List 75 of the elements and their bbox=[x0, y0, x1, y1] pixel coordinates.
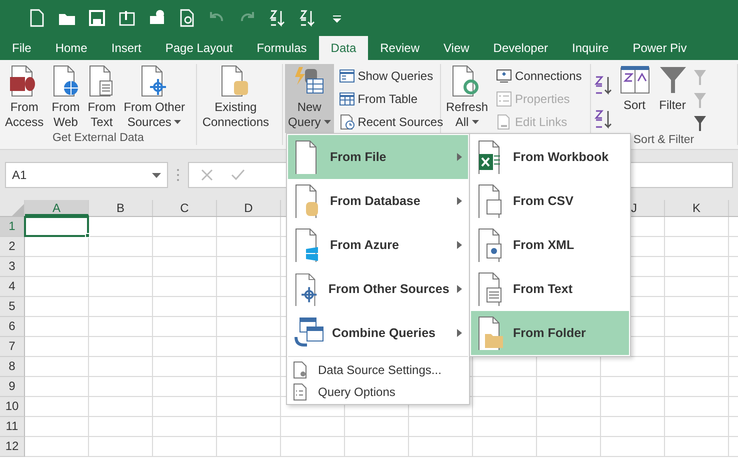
sort-dialog-icon bbox=[620, 65, 650, 95]
menu-item[interactable]: Query Options bbox=[288, 381, 468, 403]
menu-item[interactable]: From Azure bbox=[288, 223, 468, 267]
menu-item[interactable]: From Database bbox=[288, 179, 468, 223]
ribbon-button[interactable]: New Query bbox=[285, 64, 334, 133]
ribbon-tab[interactable]: Formulas bbox=[244, 36, 319, 60]
row-header[interactable]: 6 bbox=[0, 317, 25, 337]
menu-item[interactable]: Combine Queries bbox=[288, 311, 468, 355]
menu-item[interactable]: From CSV bbox=[471, 179, 629, 223]
ribbon-button[interactable]: Filter bbox=[654, 64, 690, 132]
ribbon-tab[interactable]: File bbox=[0, 36, 44, 60]
row-header[interactable]: 3 bbox=[0, 257, 25, 277]
ribbon-button[interactable]: Existing Connections bbox=[199, 64, 272, 130]
fill-handle[interactable] bbox=[85, 233, 90, 238]
document-globe-icon bbox=[52, 65, 80, 97]
ribbon-tab[interactable]: Inquire bbox=[560, 36, 621, 60]
combine-tables-icon bbox=[294, 317, 324, 349]
print-preview-icon[interactable] bbox=[178, 9, 196, 27]
monitor-icon bbox=[496, 68, 512, 84]
ribbon-button[interactable]: Sort bbox=[616, 64, 652, 132]
column-header[interactable]: J bbox=[631, 200, 665, 216]
menu-item[interactable]: From File bbox=[288, 135, 468, 179]
menu-item[interactable]: Data Source Settings... bbox=[288, 359, 468, 381]
row-header[interactable]: 2 bbox=[0, 237, 25, 257]
ribbon-button[interactable]: From Text bbox=[84, 64, 119, 130]
ribbon-tab[interactable]: Power Piv bbox=[620, 36, 699, 60]
column-header[interactable]: A bbox=[25, 200, 89, 216]
ribbon-tab[interactable]: Page Layout bbox=[153, 36, 245, 60]
document-target-icon bbox=[140, 65, 168, 97]
ribbon-tab[interactable]: Data bbox=[318, 36, 368, 60]
advanced-filter-icon[interactable] bbox=[692, 114, 706, 132]
active-cell[interactable] bbox=[24, 216, 89, 237]
row-header[interactable]: 12 bbox=[0, 437, 25, 457]
row-header[interactable]: 5 bbox=[0, 297, 25, 317]
ribbon-button[interactable]: From Access bbox=[2, 64, 47, 130]
sort-ascending-icon[interactable] bbox=[592, 74, 614, 96]
ribbon-button[interactable]: Connections bbox=[493, 65, 585, 87]
document-gear-icon bbox=[292, 361, 308, 379]
row-header[interactable]: 10 bbox=[0, 397, 25, 417]
row-header[interactable]: 8 bbox=[0, 357, 25, 377]
group-label: Get External Data bbox=[51, 131, 145, 146]
ribbon-button[interactable]: From Web bbox=[48, 64, 83, 130]
name-box[interactable]: A1 bbox=[5, 162, 168, 188]
row-header[interactable]: 7 bbox=[0, 337, 25, 357]
sort-descending-icon[interactable] bbox=[298, 9, 316, 27]
document-clock-icon bbox=[338, 114, 355, 130]
menu-item[interactable]: From Other Sources bbox=[288, 267, 468, 311]
document-link-icon bbox=[496, 114, 512, 130]
ribbon-tab[interactable]: Home bbox=[43, 36, 100, 60]
menu-item[interactable]: From Folder bbox=[471, 311, 629, 355]
filter-icon bbox=[658, 65, 688, 95]
document-list-icon bbox=[292, 383, 308, 401]
row-header[interactable]: 4 bbox=[0, 277, 25, 297]
window-list-icon bbox=[338, 68, 355, 84]
group-label: Sort & Filter bbox=[632, 133, 696, 148]
ribbon-tab[interactable]: Developer bbox=[481, 36, 560, 60]
table-icon bbox=[338, 91, 355, 107]
document-folder-icon bbox=[477, 316, 505, 350]
grip-icon bbox=[176, 168, 180, 182]
row-header[interactable]: 1 bbox=[0, 217, 25, 237]
ribbon-tab[interactable]: View bbox=[432, 36, 482, 60]
save-icon[interactable] bbox=[88, 9, 106, 27]
menu-item[interactable]: From Text bbox=[471, 267, 629, 311]
new-file-icon[interactable] bbox=[28, 9, 46, 27]
ribbon-button[interactable]: From Other Sources bbox=[120, 64, 188, 130]
menu-item[interactable]: From Workbook bbox=[471, 135, 629, 179]
menu-item[interactable]: From XML bbox=[471, 223, 629, 267]
row-header[interactable]: 9 bbox=[0, 377, 25, 397]
sort-descending-icon[interactable] bbox=[592, 108, 614, 130]
caret-icon bbox=[152, 172, 161, 178]
ribbon-tab[interactable]: Insert bbox=[99, 36, 154, 60]
sort-ascending-icon[interactable] bbox=[268, 9, 286, 27]
row-header[interactable]: 11 bbox=[0, 417, 25, 437]
ribbon-tab[interactable]: Review bbox=[368, 36, 432, 60]
property-list-icon bbox=[496, 91, 512, 107]
